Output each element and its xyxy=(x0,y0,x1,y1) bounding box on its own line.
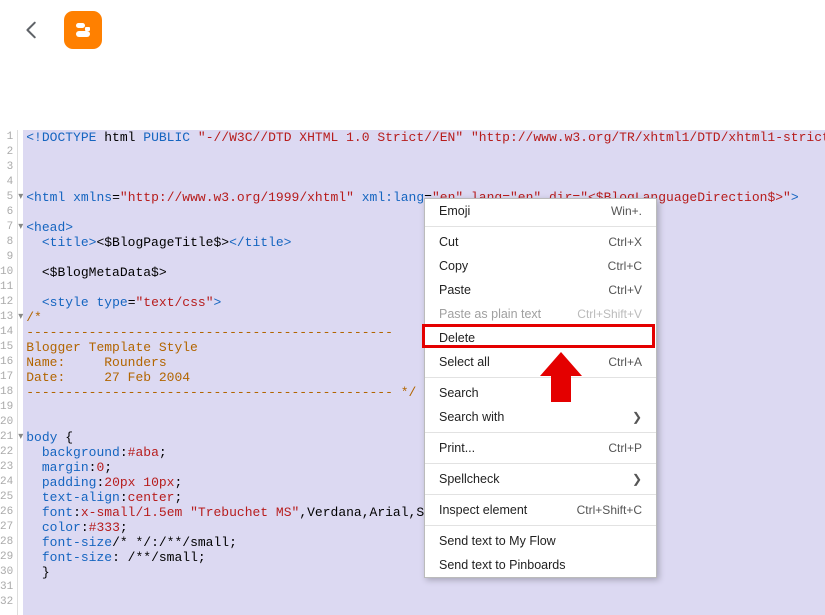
line-number: 29 xyxy=(0,550,13,565)
menu-item-copy[interactable]: Copy Ctrl+C xyxy=(425,254,656,278)
line-number: 16 xyxy=(0,355,13,370)
chevron-right-icon: ❯ xyxy=(632,410,642,424)
code-line[interactable]: <!DOCTYPE html PUBLIC "-//W3C//DTD XHTML… xyxy=(26,130,825,145)
line-number: 23 xyxy=(0,460,13,475)
menu-item-label: Copy xyxy=(439,259,468,273)
code-line[interactable] xyxy=(26,175,825,190)
line-number-gutter: 1234567891011121314151617181920212223242… xyxy=(0,130,18,615)
menu-item-delete[interactable]: Delete xyxy=(425,326,656,350)
line-number: 8 xyxy=(0,235,13,250)
line-number: 27 xyxy=(0,520,13,535)
menu-item-spellcheck[interactable]: Spellcheck ❯ xyxy=(425,467,656,491)
line-number: 13 xyxy=(0,310,13,325)
menu-separator xyxy=(425,494,656,495)
menu-item-label: Select all xyxy=(439,355,490,369)
line-number: 32 xyxy=(0,595,13,610)
line-number: 4 xyxy=(0,175,13,190)
menu-item-shortcut: Ctrl+Shift+V xyxy=(577,307,642,321)
menu-item-label: Send text to Pinboards xyxy=(439,558,565,572)
annotation-arrow xyxy=(540,352,582,407)
menu-item-shortcut: Ctrl+Shift+C xyxy=(577,503,642,517)
menu-item-label: Paste xyxy=(439,283,471,297)
menu-item-paste[interactable]: Paste Ctrl+V xyxy=(425,278,656,302)
blogger-logo[interactable] xyxy=(64,11,102,49)
arrow-left-icon xyxy=(21,19,43,41)
line-number: 1 xyxy=(0,130,13,145)
menu-item-label: Delete xyxy=(439,331,475,345)
line-number: 20 xyxy=(0,415,13,430)
code-line[interactable] xyxy=(26,145,825,160)
menu-separator xyxy=(425,432,656,433)
line-number: 9 xyxy=(0,250,13,265)
line-number: 15 xyxy=(0,340,13,355)
line-number: 12 xyxy=(0,295,13,310)
code-line[interactable] xyxy=(26,595,825,610)
line-number: 31 xyxy=(0,580,13,595)
line-number: 26 xyxy=(0,505,13,520)
menu-item-label: Cut xyxy=(439,235,458,249)
menu-item-shortcut: Ctrl+A xyxy=(608,355,642,369)
line-number: 6 xyxy=(0,205,13,220)
code-line[interactable] xyxy=(26,160,825,175)
app-header xyxy=(0,0,825,60)
line-number: 19 xyxy=(0,400,13,415)
menu-item-label: Print... xyxy=(439,441,475,455)
line-number: 18 xyxy=(0,385,13,400)
menu-item-label: Inspect element xyxy=(439,503,527,517)
menu-item-print[interactable]: Print... Ctrl+P xyxy=(425,436,656,460)
line-number: 25 xyxy=(0,490,13,505)
code-line[interactable] xyxy=(26,580,825,595)
line-number: 10 xyxy=(0,265,13,280)
menu-item-send-text-to-pinboards[interactable]: Send text to Pinboards xyxy=(425,553,656,577)
menu-item-paste-as-plain-text: Paste as plain text Ctrl+Shift+V xyxy=(425,302,656,326)
line-number: 22 xyxy=(0,445,13,460)
line-number: 17 xyxy=(0,370,13,385)
menu-item-label: Spellcheck xyxy=(439,472,499,486)
menu-item-shortcut: Ctrl+C xyxy=(608,259,642,273)
menu-item-search-with[interactable]: Search with ❯ xyxy=(425,405,656,429)
menu-item-shortcut: Ctrl+V xyxy=(608,283,642,297)
menu-item-label: Search with xyxy=(439,410,504,424)
menu-item-label: Emoji xyxy=(439,204,470,218)
menu-item-shortcut: Win+. xyxy=(611,204,642,218)
line-number: 21 xyxy=(0,430,13,445)
code-editor[interactable]: 1234567891011121314151617181920212223242… xyxy=(0,130,825,615)
menu-separator xyxy=(425,463,656,464)
menu-item-label: Search xyxy=(439,386,479,400)
menu-item-cut[interactable]: Cut Ctrl+X xyxy=(425,230,656,254)
menu-item-inspect-element[interactable]: Inspect element Ctrl+Shift+C xyxy=(425,498,656,522)
chevron-right-icon: ❯ xyxy=(632,472,642,486)
menu-item-send-text-to-my-flow[interactable]: Send text to My Flow xyxy=(425,529,656,553)
line-number: 14 xyxy=(0,325,13,340)
line-number: 2 xyxy=(0,145,13,160)
menu-item-label: Send text to My Flow xyxy=(439,534,556,548)
line-number: 24 xyxy=(0,475,13,490)
line-number: 7 xyxy=(0,220,13,235)
line-number: 3 xyxy=(0,160,13,175)
menu-item-shortcut: Ctrl+X xyxy=(608,235,642,249)
line-number: 11 xyxy=(0,280,13,295)
line-number: 28 xyxy=(0,535,13,550)
line-number: 5 xyxy=(0,190,13,205)
back-button[interactable] xyxy=(20,18,44,42)
menu-item-label: Paste as plain text xyxy=(439,307,541,321)
menu-separator xyxy=(425,525,656,526)
blogger-icon xyxy=(71,18,95,42)
menu-item-shortcut: Ctrl+P xyxy=(608,441,642,455)
menu-item-emoji[interactable]: Emoji Win+. xyxy=(425,199,656,223)
menu-separator xyxy=(425,226,656,227)
line-number: 30 xyxy=(0,565,13,580)
